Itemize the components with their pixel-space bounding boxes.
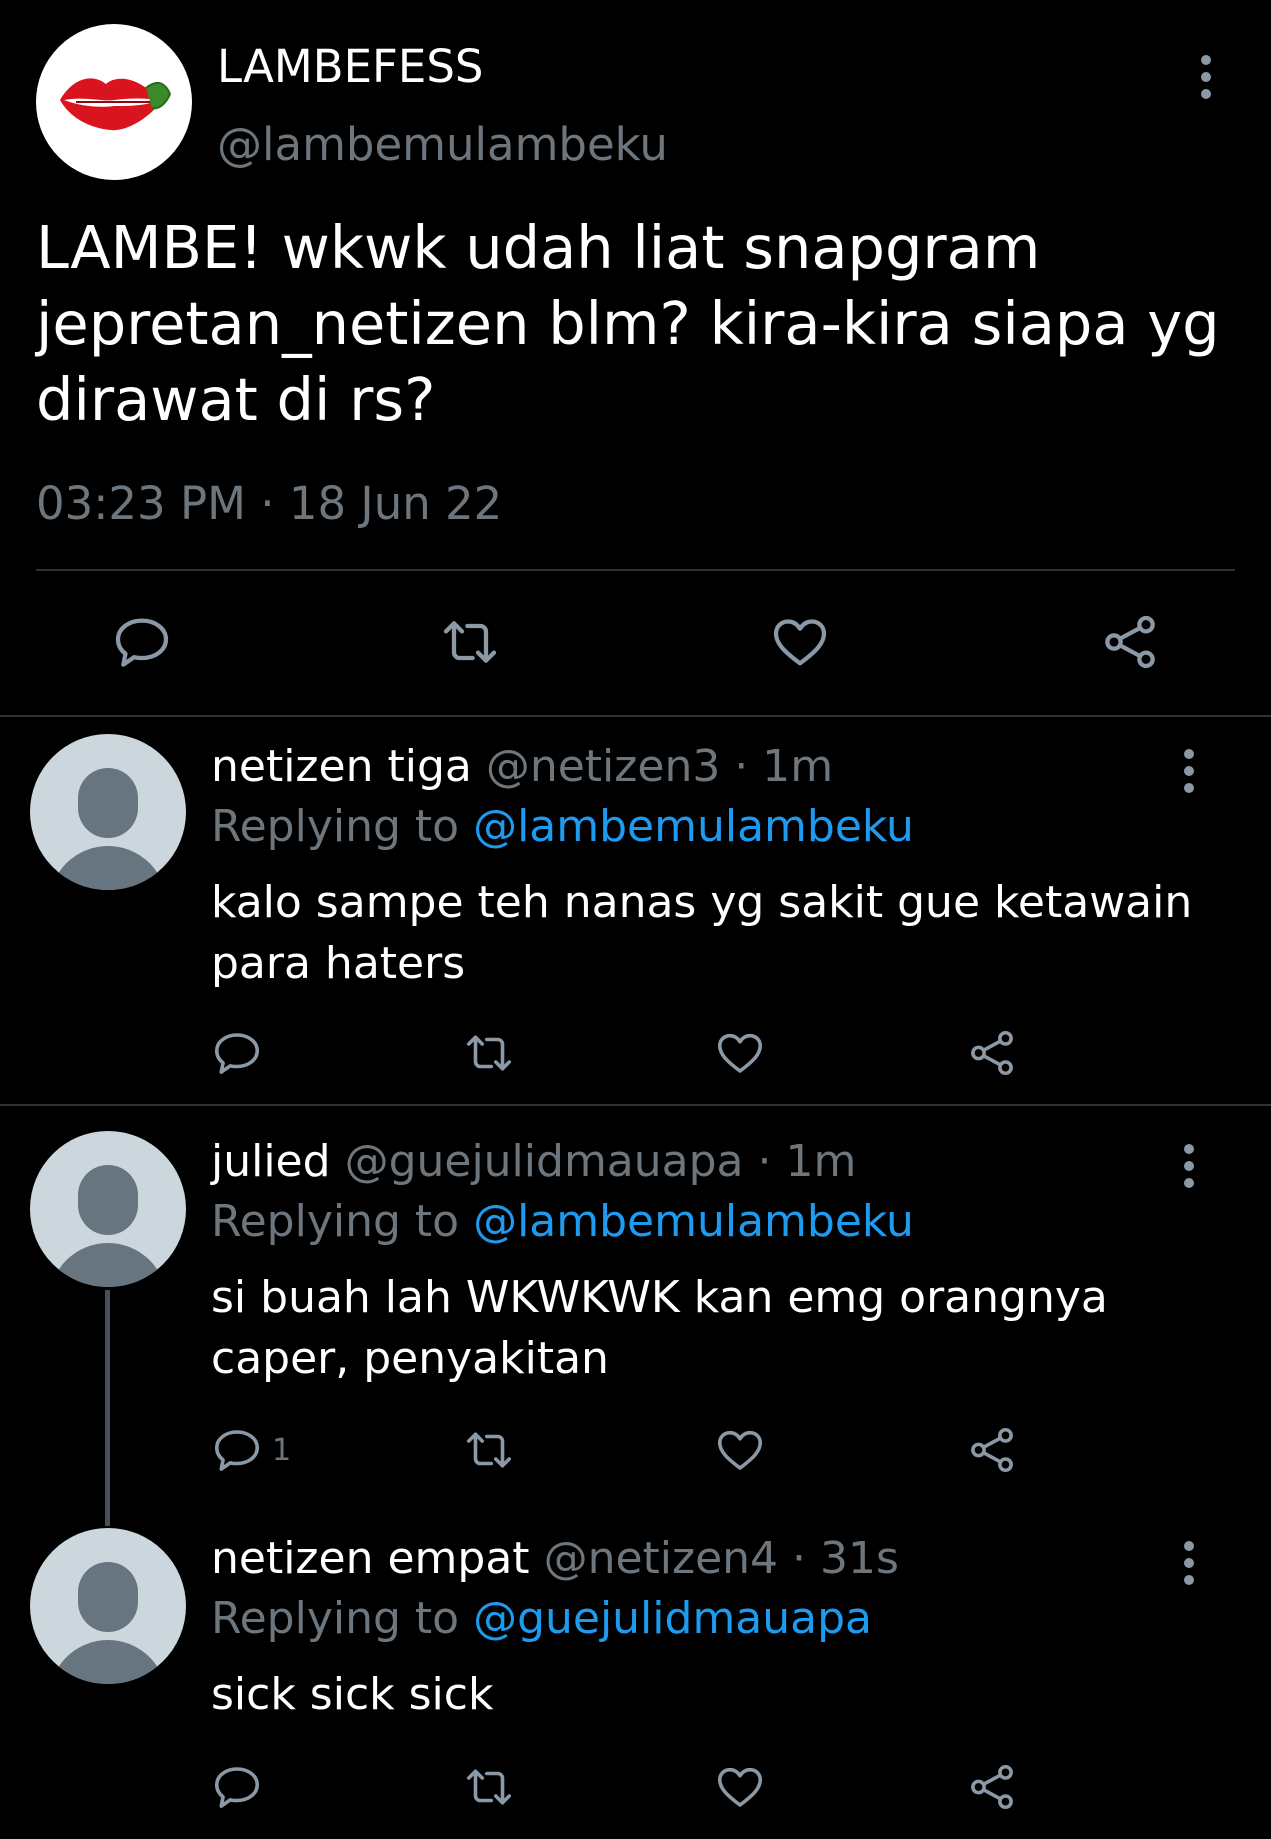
display-name[interactable]: LAMBEFESS [217, 40, 483, 93]
reply-icon[interactable] [210, 1423, 264, 1477]
like-icon[interactable] [713, 1760, 767, 1814]
default-avatar-icon [78, 768, 138, 838]
retweet-icon[interactable] [462, 1026, 516, 1080]
divider [36, 569, 1235, 571]
default-avatar-icon [78, 1165, 138, 1235]
more-options-icon[interactable] [1179, 1538, 1199, 1588]
retweet-icon[interactable] [462, 1760, 516, 1814]
replying-mention[interactable]: @guejulidmauapa [473, 1593, 872, 1644]
more-options-icon[interactable] [1196, 52, 1216, 102]
user-handle[interactable]: @lambemulambeku [217, 118, 668, 171]
reply-count: 1 [272, 1433, 292, 1468]
reply-icon[interactable] [210, 1026, 264, 1080]
red-lips-logo-icon [60, 78, 172, 131]
replying-label: Replying to [211, 801, 460, 852]
like-icon[interactable] [768, 610, 832, 674]
share-icon[interactable] [965, 1760, 1019, 1814]
reply-display-name[interactable]: netizen empat [211, 1533, 530, 1584]
more-options-icon[interactable] [1179, 746, 1199, 796]
reply-meta: @netizen4 · 31s [543, 1533, 899, 1584]
share-icon[interactable] [1098, 610, 1162, 674]
reply-display-name[interactable]: netizen tiga [211, 741, 472, 792]
reply-meta: @guejulidmauapa · 1m [344, 1136, 857, 1187]
reply-text: sick sick sick [211, 1669, 494, 1720]
avatar[interactable] [30, 734, 186, 890]
reply-icon[interactable] [110, 610, 174, 674]
avatar[interactable] [30, 1528, 186, 1684]
replying-mention[interactable]: @lambemulambeku [473, 801, 914, 852]
reply-text: kalo sampe teh nanas yg sakit gue ketawa… [211, 877, 1193, 989]
reply-icon[interactable] [210, 1760, 264, 1814]
like-icon[interactable] [713, 1026, 767, 1080]
tweet-text: LAMBE! wkwk udah liat snapgram jepretan_… [36, 213, 1220, 434]
reply-display-name[interactable]: julied [211, 1136, 331, 1187]
replying-label: Replying to [211, 1593, 460, 1644]
tweet-timestamp: 03:23 PM · 18 Jun 22 [36, 477, 503, 530]
reply-tweet[interactable]: julied @guejulidmauapa · 1m Replying to … [0, 1106, 1271, 1486]
reply-text: si buah lah WKWKWK kan emg orangnya cape… [211, 1272, 1108, 1384]
default-avatar-icon [78, 1562, 138, 1632]
reply-tweet[interactable]: netizen tiga @netizen3 · 1m Replying to … [0, 716, 1271, 1104]
share-icon[interactable] [965, 1423, 1019, 1477]
replying-mention[interactable]: @lambemulambeku [473, 1196, 914, 1247]
replying-label: Replying to [211, 1196, 460, 1247]
share-icon[interactable] [965, 1026, 1019, 1080]
reply-tweet[interactable]: netizen empat @netizen4 · 31s Replying t… [0, 1506, 1271, 1839]
reply-meta: @netizen3 · 1m [485, 741, 834, 792]
retweet-icon[interactable] [462, 1423, 516, 1477]
retweet-icon[interactable] [438, 610, 502, 674]
like-icon[interactable] [713, 1423, 767, 1477]
avatar[interactable] [30, 1131, 186, 1287]
more-options-icon[interactable] [1179, 1141, 1199, 1191]
avatar-lambefess[interactable] [36, 24, 192, 180]
